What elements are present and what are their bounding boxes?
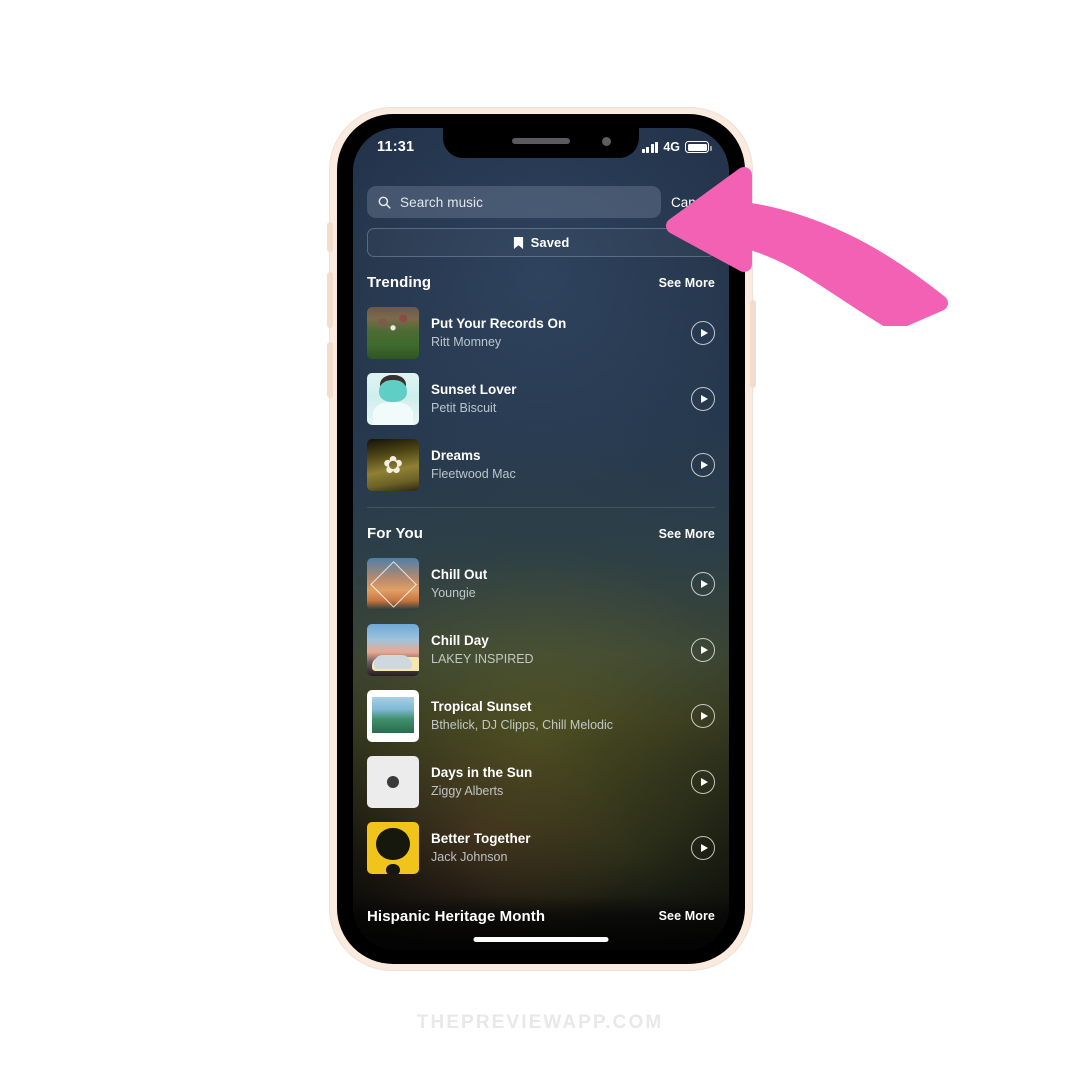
track-artist: Youngie bbox=[431, 585, 476, 600]
bottom-section-see-more[interactable]: See More bbox=[659, 909, 715, 923]
track-title: Sunset Lover bbox=[431, 382, 517, 398]
section-see-more-link[interactable]: See More bbox=[659, 527, 715, 541]
mute-switch-button[interactable] bbox=[327, 222, 333, 252]
track-meta: Better Together Jack Johnson bbox=[431, 830, 679, 865]
track-title: Tropical Sunset bbox=[431, 699, 532, 715]
bottom-section-title: Hispanic Heritage Month bbox=[367, 907, 546, 925]
album-art bbox=[367, 558, 419, 610]
track-artist: Jack Johnson bbox=[431, 849, 508, 864]
album-art bbox=[367, 756, 419, 808]
volume-up-button[interactable] bbox=[327, 272, 333, 328]
track-title: Better Together bbox=[431, 831, 531, 847]
track-row[interactable]: Better Together Jack Johnson bbox=[367, 815, 715, 881]
track-meta: Chill Out Youngie bbox=[431, 566, 679, 601]
play-button[interactable] bbox=[691, 321, 715, 345]
track-meta: Chill Day LAKEY INSPIRED bbox=[431, 632, 679, 667]
album-art bbox=[367, 822, 419, 874]
section-title: For You bbox=[367, 525, 423, 542]
search-input[interactable]: Search music bbox=[367, 186, 661, 218]
play-icon bbox=[700, 646, 708, 654]
track-row[interactable]: Chill Day LAKEY INSPIRED bbox=[367, 617, 715, 683]
play-button[interactable] bbox=[691, 572, 715, 596]
track-title: Chill Day bbox=[431, 633, 489, 649]
volume-down-button[interactable] bbox=[327, 342, 333, 398]
play-button[interactable] bbox=[691, 836, 715, 860]
track-artist: Bthelick, DJ Clipps, Chill Melodic bbox=[431, 717, 614, 732]
play-button[interactable] bbox=[691, 387, 715, 411]
play-button[interactable] bbox=[691, 770, 715, 794]
track-title: Dreams bbox=[431, 448, 481, 464]
album-art bbox=[367, 624, 419, 676]
search-placeholder: Search music bbox=[400, 194, 483, 210]
watermark: THEPREVIEWAPP.COM bbox=[416, 1012, 664, 1033]
track-row[interactable]: Tropical Sunset Bthelick, DJ Clipps, Chil… bbox=[367, 683, 715, 749]
album-art bbox=[367, 690, 419, 742]
track-title: Put Your Records On bbox=[431, 316, 567, 332]
section-header: For You See More bbox=[367, 508, 715, 551]
track-artist: Petit Biscuit bbox=[431, 400, 497, 415]
play-icon bbox=[700, 580, 708, 588]
play-icon bbox=[700, 778, 708, 786]
track-row[interactable]: Chill Out Youngie bbox=[367, 551, 715, 617]
track-artist: Ritt Momney bbox=[431, 334, 502, 349]
section-title: Trending bbox=[367, 274, 432, 291]
power-button[interactable] bbox=[750, 300, 756, 388]
track-row[interactable]: Sunset Lover Petit Biscuit bbox=[367, 366, 715, 432]
section-header: Trending See More bbox=[367, 257, 715, 300]
album-art bbox=[367, 373, 419, 425]
track-meta: Days in the Sun Ziggy Alberts bbox=[431, 764, 679, 799]
track-artist: LAKEY INSPIRED bbox=[431, 651, 534, 666]
section-see-more-link[interactable]: See More bbox=[659, 276, 715, 290]
track-row[interactable]: Days in the Sun Ziggy Alberts bbox=[367, 749, 715, 815]
front-camera-icon bbox=[602, 137, 611, 146]
screenshot-canvas: 11:31 4G Search music Cancel Saved Trend… bbox=[0, 0, 1080, 1080]
track-meta: Sunset Lover Petit Biscuit bbox=[431, 381, 679, 416]
network-type-label: 4G bbox=[663, 140, 680, 154]
play-button[interactable] bbox=[691, 638, 715, 662]
album-art bbox=[367, 439, 419, 491]
track-title: Days in the Sun bbox=[431, 765, 533, 781]
saved-filter-button[interactable]: Saved bbox=[367, 228, 715, 257]
track-meta: Dreams Fleetwood Mac bbox=[431, 447, 679, 482]
phone-screen: 11:31 4G Search music Cancel Saved Trend… bbox=[353, 128, 729, 950]
track-meta: Put Your Records On Ritt Momney bbox=[431, 315, 679, 350]
search-icon bbox=[378, 196, 391, 209]
play-icon bbox=[700, 844, 708, 852]
cellular-signal-icon bbox=[641, 141, 659, 153]
play-icon bbox=[700, 329, 708, 337]
status-bar-indicators: 4G bbox=[641, 140, 712, 154]
notch bbox=[443, 128, 639, 158]
home-indicator[interactable] bbox=[473, 937, 609, 942]
track-title: Chill Out bbox=[431, 567, 488, 583]
track-artist: Ziggy Alberts bbox=[431, 783, 504, 798]
album-art bbox=[367, 307, 419, 359]
play-icon bbox=[700, 461, 708, 469]
earpiece-speaker-icon bbox=[512, 138, 570, 144]
track-meta: Tropical Sunset Bthelick, DJ Clipps, Chil… bbox=[431, 698, 679, 733]
play-button[interactable] bbox=[691, 453, 715, 477]
music-search-screen: Search music Cancel Saved Trending See Mo… bbox=[353, 128, 729, 950]
search-row: Search music Cancel bbox=[353, 170, 729, 218]
bookmark-icon bbox=[513, 236, 523, 249]
play-icon bbox=[700, 712, 708, 720]
section-list[interactable]: Trending See More Put Your Records On Ritt … bbox=[353, 257, 729, 950]
track-artist: Fleetwood Mac bbox=[431, 466, 516, 481]
track-row[interactable]: Dreams Fleetwood Mac bbox=[367, 432, 715, 498]
battery-icon bbox=[685, 141, 712, 153]
cancel-button[interactable]: Cancel bbox=[671, 195, 715, 210]
status-bar-time: 11:31 bbox=[377, 139, 415, 155]
track-row[interactable]: Put Your Records On Ritt Momney bbox=[367, 300, 715, 366]
play-button[interactable] bbox=[691, 704, 715, 728]
saved-label: Saved bbox=[530, 235, 570, 250]
play-icon bbox=[700, 395, 708, 403]
saved-row: Saved bbox=[353, 218, 729, 257]
